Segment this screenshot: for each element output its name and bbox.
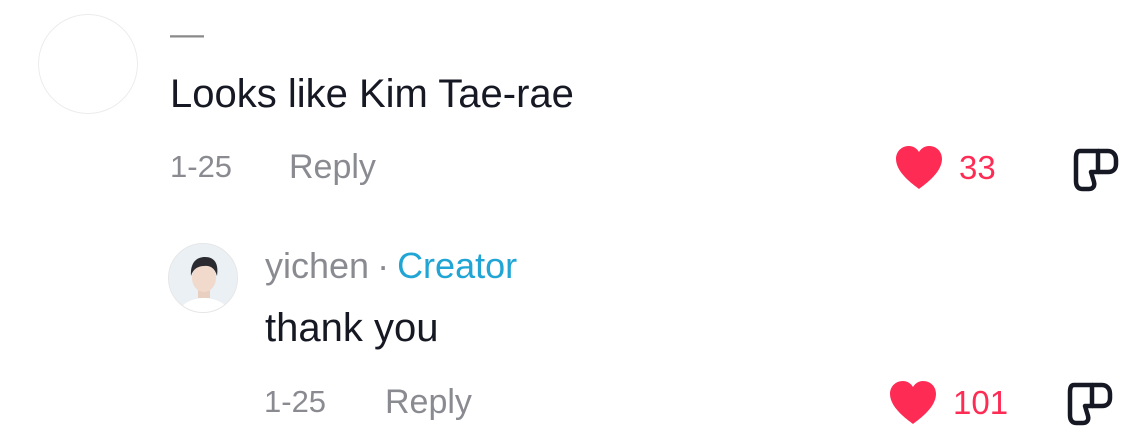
reply-like-count: 101 bbox=[953, 384, 1009, 421]
reply-header: yichen · Creator bbox=[265, 244, 517, 288]
reply-username[interactable]: yichen bbox=[265, 245, 369, 286]
reply-like-button[interactable]: 101 bbox=[887, 380, 1008, 426]
reply-separator: · bbox=[377, 245, 390, 286]
reply-date: 1-25 bbox=[264, 384, 327, 419]
comment-reply-button[interactable]: Reply bbox=[289, 147, 376, 187]
comment-like-count: 33 bbox=[959, 149, 996, 186]
reply-text: thank you bbox=[265, 306, 439, 350]
avatar-image bbox=[169, 244, 237, 312]
comment-text: Looks like Kim Tae-rae bbox=[170, 72, 574, 116]
thumbs-down-icon[interactable] bbox=[1066, 380, 1118, 428]
thumbs-down-icon[interactable] bbox=[1072, 146, 1124, 194]
comment-like-button[interactable]: 33 bbox=[893, 145, 996, 191]
comment-username[interactable]: — bbox=[170, 14, 204, 54]
heart-icon bbox=[890, 381, 936, 424]
reply-avatar[interactable] bbox=[168, 243, 238, 313]
creator-badge: Creator bbox=[397, 245, 518, 286]
comment-avatar[interactable] bbox=[38, 14, 138, 114]
reply-reply-button[interactable]: Reply bbox=[385, 382, 472, 422]
comment-date: 1-25 bbox=[170, 149, 233, 184]
heart-icon bbox=[896, 146, 942, 189]
